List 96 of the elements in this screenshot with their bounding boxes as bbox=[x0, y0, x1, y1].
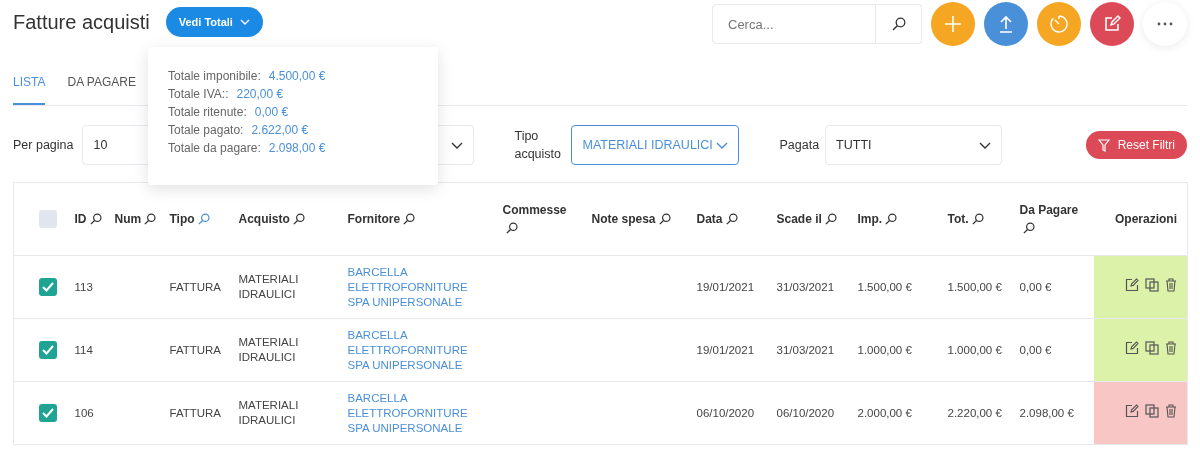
total-value: 2.098,00 € bbox=[268, 141, 326, 155]
table-cell-text: 106 bbox=[74, 405, 95, 421]
total-value: 220,00 € bbox=[236, 87, 284, 101]
table-cell-text: 0,00 € bbox=[1019, 279, 1053, 295]
search-icon[interactable] bbox=[1022, 222, 1035, 234]
column-header[interactable]: Scade il bbox=[776, 212, 837, 226]
trash-icon[interactable] bbox=[1165, 404, 1177, 418]
table-cell-text: 1.500,00 € bbox=[947, 279, 1003, 295]
column-header[interactable]: Tot. bbox=[947, 212, 984, 226]
table-cell-text: 0,00 € bbox=[1019, 342, 1053, 358]
reset-filters-button[interactable]: Reset Filtri bbox=[1085, 131, 1187, 159]
total-value: 2.622,00 € bbox=[251, 123, 309, 137]
edit-icon[interactable] bbox=[1125, 278, 1139, 292]
table-cell-text: 1.000,00 € bbox=[947, 342, 1003, 358]
table-cell-text: 06/10/2020 bbox=[776, 405, 836, 421]
row-checkbox[interactable] bbox=[39, 278, 57, 296]
edit-icon[interactable] bbox=[1125, 404, 1139, 418]
chevron-icon bbox=[451, 141, 464, 149]
column-header[interactable]: ID bbox=[74, 212, 102, 226]
column-header: Operazioni bbox=[1115, 212, 1177, 226]
filter-label: Pagata bbox=[779, 138, 820, 152]
search-field[interactable]: Cerca... bbox=[712, 4, 876, 44]
table-cell-text: MATERIALI IDRAULICI bbox=[238, 272, 300, 302]
table-cell-text: FATTURA bbox=[169, 342, 223, 358]
totals-dropdown-button[interactable]: Vedi Totali bbox=[165, 7, 263, 37]
search-icon[interactable] bbox=[824, 213, 837, 225]
search-icon[interactable] bbox=[292, 213, 305, 225]
total-label: Totale da pagare: bbox=[168, 141, 261, 155]
trash-icon[interactable] bbox=[1165, 341, 1177, 355]
total-label: Totale IVA:: bbox=[168, 87, 229, 101]
upload-button[interactable] bbox=[984, 2, 1028, 46]
search-icon[interactable] bbox=[89, 213, 102, 225]
table-cell-text: 1.500,00 € bbox=[857, 279, 913, 295]
table-cell-text: MATERIALI IDRAULICI bbox=[238, 335, 300, 365]
table-cell-text: 1.000,00 € bbox=[857, 342, 913, 358]
chevron-icon bbox=[239, 19, 250, 25]
filter-label: Per pagina bbox=[13, 138, 74, 152]
total-label: Totale pagato: bbox=[168, 123, 244, 137]
row-checkbox[interactable] bbox=[39, 404, 57, 422]
edit-button[interactable] bbox=[1090, 2, 1134, 46]
table-cell-text: 31/03/2021 bbox=[776, 342, 836, 358]
filter-icon bbox=[1097, 138, 1110, 152]
table-cell-text: 06/10/2020 bbox=[696, 405, 756, 421]
table-cell-text: 114 bbox=[74, 342, 94, 358]
tab[interactable]: DA PAGARE bbox=[67, 66, 136, 105]
trash-icon[interactable] bbox=[1165, 278, 1177, 292]
supplier-link[interactable]: BARCELLA ELETTROFORNITURE SPA UNIPERSONALE bbox=[347, 390, 490, 436]
row-checkbox[interactable] bbox=[39, 341, 57, 359]
table-cell-text: 113 bbox=[74, 279, 94, 295]
chevron-icon bbox=[979, 141, 992, 149]
search-icon[interactable] bbox=[885, 213, 898, 225]
supplier-link[interactable]: BARCELLA ELETTROFORNITURE SPA UNIPERSONALE bbox=[347, 264, 490, 310]
select-all-checkbox[interactable] bbox=[39, 210, 57, 228]
column-header[interactable]: Fornitore bbox=[347, 212, 416, 226]
column-header[interactable]: Num bbox=[114, 212, 157, 226]
page-title: Fatture acquisti bbox=[13, 10, 150, 34]
edit-icon bbox=[1103, 15, 1121, 33]
total-label: Totale ritenute: bbox=[168, 105, 247, 119]
filter-label: Tipo acquisto bbox=[514, 128, 563, 163]
table-cell-text: 31/03/2021 bbox=[776, 279, 836, 295]
copy-icon[interactable] bbox=[1145, 404, 1159, 418]
chevron-icon bbox=[716, 141, 729, 149]
edit-icon[interactable] bbox=[1125, 341, 1139, 355]
copy-icon[interactable] bbox=[1145, 341, 1159, 355]
table-cell-text: MATERIALI IDRAULICI bbox=[238, 398, 300, 428]
timer-icon bbox=[1049, 14, 1069, 34]
copy-icon[interactable] bbox=[1145, 278, 1159, 292]
table-cell-text: 2.000,00 € bbox=[857, 405, 913, 421]
column-header[interactable]: Data bbox=[696, 212, 738, 226]
table-cell-text: 19/01/2021 bbox=[696, 342, 756, 358]
total-label: Totale imponibile: bbox=[168, 69, 261, 83]
total-value: 4.500,00 € bbox=[268, 69, 326, 83]
supplier-link[interactable]: BARCELLA ELETTROFORNITURE SPA UNIPERSONALE bbox=[347, 327, 490, 373]
search-icon bbox=[891, 17, 906, 31]
table-cell-text: 2.098,00 € bbox=[1019, 405, 1075, 421]
column-header[interactable]: Tipo bbox=[169, 212, 210, 226]
upload-icon bbox=[999, 15, 1013, 33]
column-header[interactable]: Note spesa bbox=[591, 212, 671, 226]
search-icon[interactable] bbox=[403, 213, 416, 225]
search-icon[interactable] bbox=[971, 213, 984, 225]
column-header[interactable]: Commesse bbox=[502, 203, 567, 235]
search-icon[interactable] bbox=[505, 222, 518, 234]
plus-icon bbox=[944, 15, 962, 33]
filter-select[interactable]: TUTTI bbox=[825, 125, 1003, 165]
column-header[interactable]: Imp. bbox=[857, 212, 898, 226]
search-icon[interactable] bbox=[658, 213, 671, 225]
table-cell-text: FATTURA bbox=[169, 405, 223, 421]
table-cell-text: 19/01/2021 bbox=[696, 279, 756, 295]
search-icon[interactable] bbox=[144, 213, 157, 225]
table-cell-text: 2.220,00 € bbox=[947, 405, 1003, 421]
ellipsis-icon bbox=[1157, 22, 1173, 26]
column-header[interactable]: Acquisto bbox=[238, 212, 305, 226]
column-header[interactable]: Da Pagare bbox=[1019, 203, 1079, 235]
search-icon[interactable] bbox=[725, 213, 738, 225]
table-cell-text: FATTURA bbox=[169, 279, 223, 295]
total-value: 0,00 € bbox=[254, 105, 289, 119]
